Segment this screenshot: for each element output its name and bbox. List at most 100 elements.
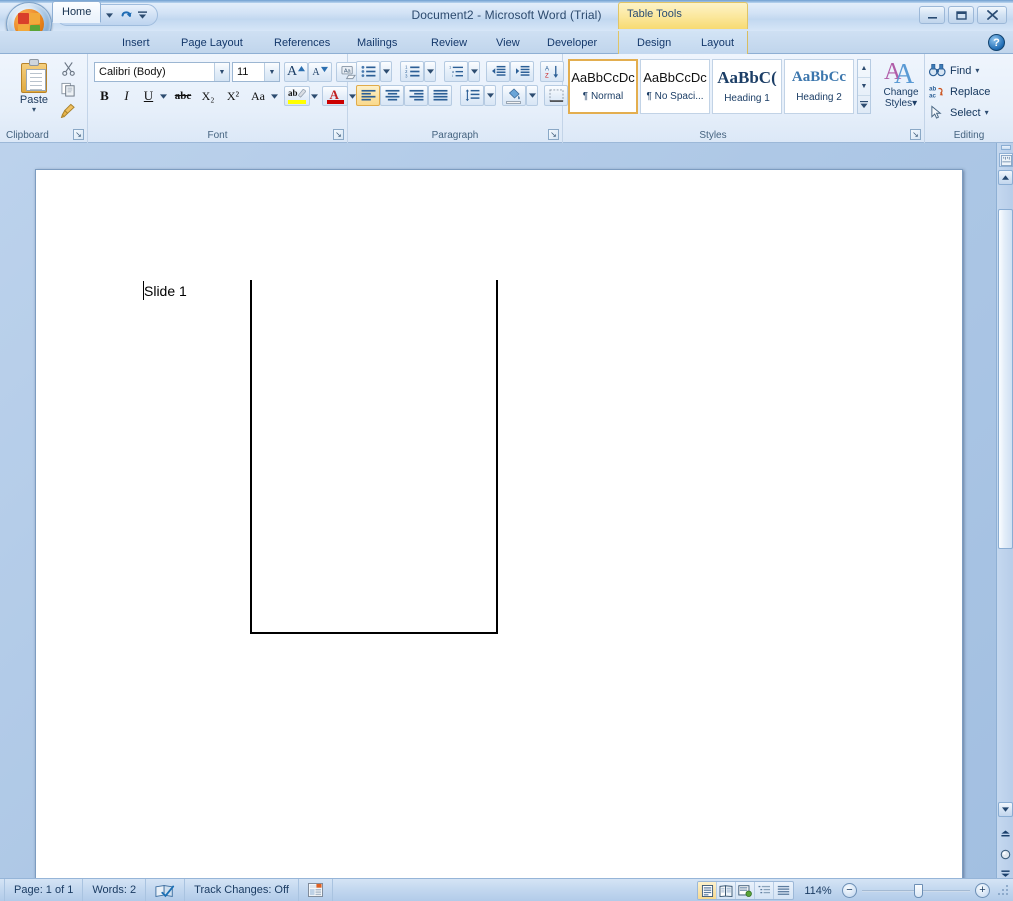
italic-button[interactable]: I [116,86,137,106]
align-right-button[interactable] [404,85,428,106]
document-table[interactable] [250,280,498,634]
shrink-font-button[interactable]: A [308,62,332,82]
status-word-count[interactable]: Words: 2 [83,878,147,901]
find-chevron-down-icon[interactable]: ▾ [975,66,979,75]
font-color-button[interactable]: A [322,86,348,106]
view-print-layout-icon[interactable] [698,882,717,899]
justify-button[interactable] [428,85,452,106]
zoom-in-button[interactable]: + [975,883,990,898]
view-web-layout-icon[interactable] [736,882,755,899]
numbering-chevron-down-icon[interactable] [424,61,436,82]
view-buttons[interactable] [697,881,794,900]
line-spacing-chevron-down-icon[interactable] [484,85,496,106]
document-workspace[interactable]: Slide 1 [0,143,1013,878]
multilevel-chevron-down-icon[interactable] [468,61,480,82]
increase-indent-button[interactable] [510,61,534,82]
grow-font-button[interactable]: A [284,62,308,82]
select-browse-object-button[interactable] [998,847,1013,862]
numbering-button[interactable]: 1 2 3 [400,61,424,82]
bullets-button[interactable] [356,61,380,82]
underline-chevron-down-icon[interactable] [158,86,169,106]
zoom-level[interactable]: 114% [799,885,837,897]
change-case-chevron-down-icon[interactable] [269,86,280,106]
status-proofing-errors-icon[interactable] [146,878,186,901]
style-card-heading2[interactable]: AaBbCc Heading 2 [784,59,854,114]
tab-home[interactable]: Home [52,1,102,23]
select-button[interactable]: Select ▾ [929,102,1009,123]
align-center-button[interactable] [380,85,404,106]
bullets-chevron-down-icon[interactable] [380,61,392,82]
zoom-out-button[interactable]: − [842,883,857,898]
previous-page-button[interactable] [998,827,1013,842]
styles-dialog-launcher[interactable]: ↘ [910,129,921,140]
split-window-handle[interactable] [1001,145,1011,150]
font-size-combo[interactable]: 11 ▼ [232,62,280,82]
maximize-button[interactable] [948,6,974,24]
tab-insert[interactable]: Insert [113,32,159,54]
document-paragraph-text[interactable]: Slide 1 [144,283,187,299]
resize-grip[interactable] [997,884,1009,897]
change-styles-chevron-down-icon[interactable]: ▾ [912,98,917,109]
style-card-normal[interactable]: AaBbCcDc ¶ Normal [568,59,638,114]
vertical-scrollbar[interactable] [996,143,1013,878]
multilevel-list-button[interactable]: 1 a i [444,61,468,82]
style-card-heading1[interactable]: AaBbC( Heading 1 [712,59,782,114]
customize-quick-access-toolbar-button[interactable] [130,4,154,26]
tab-references[interactable]: References [265,32,339,54]
tab-design[interactable]: Design [628,32,680,54]
highlight-chevron-down-icon[interactable] [309,86,320,106]
view-full-screen-reading-icon[interactable] [717,882,736,899]
replace-button[interactable]: ab ac Replace [929,81,1009,102]
font-name-chevron-down-icon[interactable]: ▼ [214,63,229,81]
zoom-slider-thumb[interactable] [914,883,923,898]
underline-button[interactable]: U [138,86,159,106]
document-page[interactable]: Slide 1 [35,169,963,878]
superscript-button[interactable]: X² [221,86,245,106]
tab-layout[interactable]: Layout [692,32,743,54]
sort-button[interactable]: A Z [540,61,564,82]
font-size-chevron-down-icon[interactable]: ▼ [264,63,279,81]
decrease-indent-button[interactable] [486,61,510,82]
close-button[interactable] [977,6,1007,24]
change-case-button[interactable]: Aa [246,86,270,106]
line-spacing-button[interactable] [460,85,484,106]
shading-chevron-down-icon[interactable] [526,85,538,106]
change-styles-button[interactable]: A A Change Styles▾ [878,57,924,119]
tab-page-layout[interactable]: Page Layout [172,32,252,54]
view-ruler-icon[interactable] [999,153,1013,167]
shading-button[interactable] [502,85,526,106]
tab-review[interactable]: Review [422,32,476,54]
align-left-button[interactable] [356,85,380,106]
scroll-thumb[interactable] [998,209,1013,549]
subscript-button[interactable]: X₂ [196,86,220,106]
format-painter-button[interactable] [56,100,80,120]
styles-gallery-scrollbar[interactable]: ▲ ▼ [857,59,871,114]
cut-button[interactable] [56,58,80,78]
clipboard-dialog-launcher[interactable]: ↘ [73,129,84,140]
scroll-down-button[interactable] [998,802,1013,817]
minimize-button[interactable] [919,6,945,24]
styles-gallery-scroll-up-icon[interactable]: ▲ [858,60,870,78]
view-outline-icon[interactable] [755,882,774,899]
scroll-up-button[interactable] [998,170,1013,185]
view-draft-icon[interactable] [774,882,793,899]
styles-gallery-more-icon[interactable] [858,96,870,113]
find-button[interactable]: Find ▾ [929,60,1009,81]
select-chevron-down-icon[interactable]: ▾ [985,108,989,117]
paragraph-dialog-launcher[interactable]: ↘ [548,129,559,140]
copy-button[interactable] [56,79,80,99]
font-dialog-launcher[interactable]: ↘ [333,129,344,140]
bold-button[interactable]: B [94,86,115,106]
paste-button[interactable]: Paste ▾ [12,59,56,121]
tab-developer[interactable]: Developer [538,32,606,54]
tab-view[interactable]: View [487,32,529,54]
strikethrough-button[interactable]: abc [171,86,195,106]
styles-gallery-scroll-down-icon[interactable]: ▼ [858,78,870,96]
status-page-number[interactable]: Page: 1 of 1 [4,878,84,901]
text-highlight-color-button[interactable]: ab [284,86,310,106]
status-macro-record-icon[interactable] [299,878,333,901]
help-icon[interactable]: ? [988,34,1005,51]
undo-dropdown-chevron-down-icon[interactable] [105,6,114,24]
paste-dropdown-chevron-down-icon[interactable]: ▾ [32,106,36,114]
style-card-no-spacing[interactable]: AaBbCcDc ¶ No Spaci... [640,59,710,114]
